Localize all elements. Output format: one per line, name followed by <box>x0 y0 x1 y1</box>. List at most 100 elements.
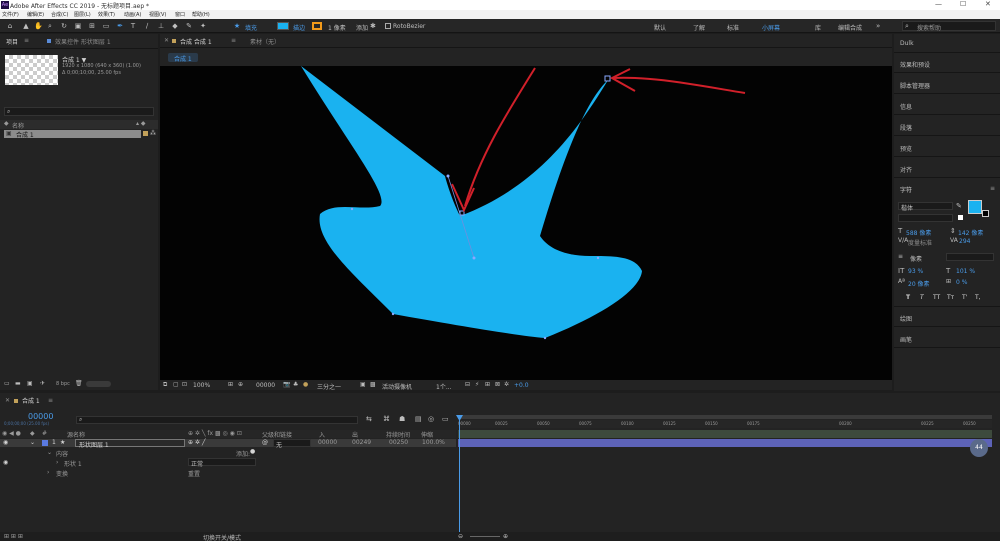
time-ruler[interactable]: 00000 00025 00050 00075 00100 00125 0015… <box>458 420 992 428</box>
channel-icon[interactable]: ● <box>303 381 308 388</box>
graph-editor-icon[interactable]: ▭ <box>442 415 449 423</box>
new-folder-icon[interactable]: ▬ <box>15 380 21 387</box>
layer-in-value[interactable]: 00000 <box>318 439 337 446</box>
exposure-value[interactable]: +0.0 <box>514 382 529 389</box>
panel-preview[interactable]: 预览 <box>900 144 912 153</box>
workspace-standard[interactable]: 标准 <box>727 23 739 32</box>
workspace-small-screen[interactable]: 小屏幕 <box>762 23 780 32</box>
parent-dropdown[interactable]: 无 <box>273 439 311 449</box>
timeline-icon[interactable]: ⊞ <box>485 381 490 388</box>
text-stroke-color-swatch[interactable] <box>982 210 989 217</box>
baseline-shift-value[interactable]: 20 像素 <box>908 279 930 288</box>
panel-effects-presets[interactable]: 效果和预设 <box>900 60 930 69</box>
font-style-dropdown[interactable] <box>898 214 953 222</box>
playhead[interactable] <box>459 415 460 532</box>
shape-layer-graphic[interactable] <box>160 66 892 380</box>
region-icon[interactable]: ▢ <box>173 381 179 388</box>
stroke-label[interactable]: 描边 <box>293 23 305 32</box>
rectangle-tool-icon[interactable]: ▭ <box>102 22 110 30</box>
resolution-dropdown[interactable]: 三分之一 <box>317 382 341 391</box>
col-in[interactable]: 入 <box>319 430 325 439</box>
panel-menu-icon[interactable]: ≡ <box>231 37 236 44</box>
expand-arrow-icon[interactable]: › <box>56 459 58 466</box>
always-preview-icon[interactable]: ⧉ <box>163 381 167 389</box>
blend-mode-dropdown[interactable]: 正常 <box>188 458 256 468</box>
layer-name-field[interactable]: 形状图层 1 <box>75 439 185 449</box>
current-timecode[interactable]: 00000 <box>28 412 53 421</box>
panel-script-manager[interactable]: 脚本管理器 <box>900 81 930 90</box>
tracking-label[interactable]: 度量标准 <box>908 238 932 247</box>
eraser-tool-icon[interactable]: ◆ <box>171 22 179 30</box>
horizontal-scale-value[interactable]: 101 % <box>956 268 975 275</box>
rotate-tool-icon[interactable]: ↻ <box>60 22 68 30</box>
reset-exposure-icon[interactable]: ✲ <box>504 381 509 388</box>
hand-tool-icon[interactable]: ✋ <box>34 22 43 30</box>
small-caps-button[interactable]: Tт <box>947 294 954 301</box>
toggle-switches-modes[interactable]: 切换开关/模式 <box>203 533 241 541</box>
panel-menu-icon[interactable]: ≡ <box>48 397 53 404</box>
maximize-button[interactable]: ☐ <box>960 0 966 8</box>
workspace-edit-comp[interactable]: 编辑合成 <box>838 23 862 32</box>
fill-color-swatch[interactable] <box>277 22 289 30</box>
timeline-zoom-slider[interactable] <box>470 536 500 537</box>
star-snap-icon[interactable]: ★ <box>233 22 241 30</box>
font-size-value[interactable]: 588 像素 <box>906 228 931 237</box>
transform-label[interactable]: 变换 <box>56 469 68 478</box>
blue-shape[interactable] <box>301 66 642 338</box>
workspace-overflow-icon[interactable]: » <box>876 22 880 30</box>
roto-brush-tool-icon[interactable]: ✎ <box>185 22 193 30</box>
interpret-footage-icon[interactable]: ▭ <box>4 380 10 387</box>
shy-layers-icon[interactable]: ☗ <box>399 415 405 423</box>
transparency-grid-icon[interactable]: ▩ <box>370 381 376 388</box>
selection-tool-icon[interactable]: ▲ <box>22 22 30 30</box>
white-swatch[interactable] <box>958 215 963 220</box>
faux-italic-button[interactable]: T <box>920 294 924 301</box>
tab-composition[interactable]: 合成 合成 1 <box>180 37 212 46</box>
parent-pickwhip-icon[interactable]: @ <box>262 439 268 446</box>
delete-icon[interactable]: 🗑 <box>75 380 83 387</box>
panel-dulk[interactable]: Dulk <box>900 40 914 47</box>
layer-duration-value[interactable]: 00250 <box>389 439 408 446</box>
flowchart-icon[interactable]: ⊠ <box>495 381 500 388</box>
draft-3d-icon[interactable]: ⌘ <box>383 415 390 423</box>
eyedropper-icon[interactable]: ✎ <box>956 202 962 210</box>
col-duration[interactable]: 持续时间 <box>386 430 410 439</box>
tab-project[interactable]: 项目 <box>6 37 18 46</box>
tab-footage[interactable]: 素材（无） <box>250 37 280 46</box>
puppet-tool-icon[interactable]: ✦ <box>199 22 207 30</box>
comp-mini-flowchart-icon[interactable]: ⇆ <box>366 415 372 423</box>
add-menu-icon[interactable]: ● <box>250 448 255 455</box>
render-time-icon[interactable]: ⊞ ⊞ ⊞ <box>4 533 23 540</box>
snapshot-camera-icon[interactable]: 📷 <box>283 381 290 388</box>
vertex-point[interactable] <box>391 312 395 316</box>
guides-icon[interactable]: ⊕ <box>238 381 243 388</box>
menu-edit[interactable]: 编辑(E) <box>27 11 44 18</box>
rotobezier-checkbox[interactable] <box>385 23 391 29</box>
menu-animation[interactable]: 动画(A) <box>124 11 141 18</box>
panel-menu-icon[interactable]: ≡ <box>990 185 995 192</box>
minimize-button[interactable]: — <box>935 0 942 8</box>
breadcrumb[interactable]: 合成 1 <box>168 53 198 63</box>
help-search-field[interactable]: ⌕ 搜索帮助 <box>902 21 996 32</box>
layer-switches-icons[interactable]: ⊕ ✲ ╱ <box>188 439 205 446</box>
subscript-button[interactable]: T, <box>975 294 981 301</box>
zoom-tool-icon[interactable]: ⌕ <box>46 22 54 30</box>
zoom-value[interactable]: 100% <box>193 382 210 389</box>
clone-stamp-tool-icon[interactable]: ⊥ <box>157 22 165 30</box>
vertex-point[interactable] <box>459 210 465 216</box>
menu-view[interactable]: 视图(V) <box>149 11 166 18</box>
close-tab-icon[interactable]: ✕ <box>164 37 169 44</box>
menu-file[interactable]: 文件(F) <box>2 11 19 18</box>
character-panel-title[interactable]: 字符 <box>900 185 912 194</box>
menu-composition[interactable]: 合成(C) <box>51 11 68 18</box>
workspace-learn[interactable]: 了解 <box>693 23 705 32</box>
faux-bold-button[interactable]: T <box>906 294 910 301</box>
vertical-scale-value[interactable]: 93 % <box>908 268 923 275</box>
views-dropdown[interactable]: 1个... <box>436 382 452 391</box>
leading-value[interactable]: 142 像素 <box>958 228 983 237</box>
panel-info[interactable]: 信息 <box>900 102 912 111</box>
type-tool-icon[interactable]: T <box>129 22 137 30</box>
menu-help[interactable]: 帮助(H) <box>192 11 210 18</box>
col-stretch[interactable]: 伸缩 <box>421 430 433 439</box>
panel-paint[interactable]: 绘图 <box>900 314 912 323</box>
